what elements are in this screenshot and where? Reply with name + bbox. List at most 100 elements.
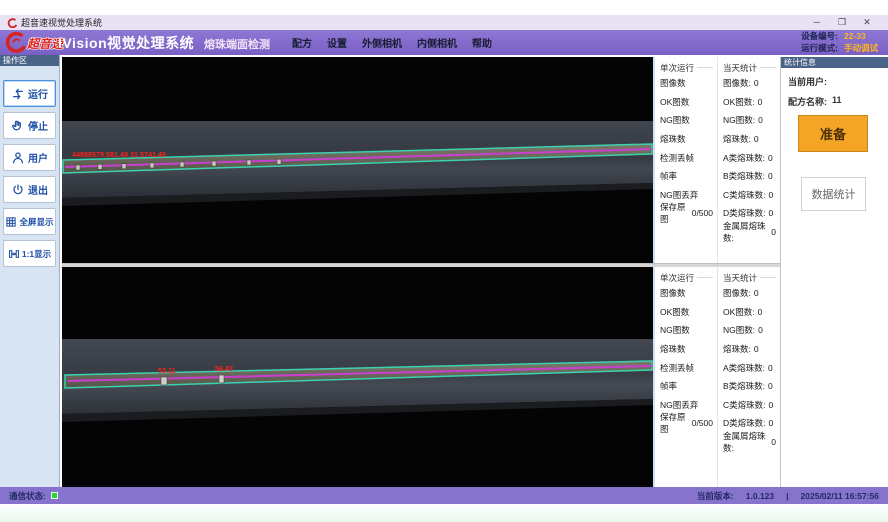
- run-label: 运行: [28, 86, 48, 101]
- one-to-one-button[interactable]: 1:1显示: [3, 240, 56, 267]
- today-title: 当天统计: [723, 62, 757, 74]
- stat-row: 图像数:0: [723, 74, 776, 93]
- comm-status-label: 通信状态:: [9, 490, 46, 502]
- comm-status-indicator: [51, 492, 58, 499]
- measurement-label-2: 56.43: [215, 364, 233, 373]
- menu-bar: 配方 设置 外侧相机 内侧相机 帮助: [292, 30, 492, 55]
- status-separator: |: [786, 491, 788, 501]
- stat-row: 保存原图0/500: [660, 204, 713, 223]
- stat-row: 熔珠数:0: [723, 130, 776, 149]
- stat-row: 图像数:0: [723, 284, 776, 303]
- stat-row: A类熔珠数:0: [723, 358, 776, 377]
- today-title: 当天统计: [723, 272, 757, 284]
- stat-row: B类熔珠数:0: [723, 377, 776, 396]
- run-icon: [11, 87, 25, 101]
- single-run-column-top: 单次运行 图像数 OK图数 NG图数 熔珠数 检测丢帧 帧率 NG图丢弃 保存原…: [655, 57, 717, 263]
- version-value: 1.0.123: [746, 491, 774, 501]
- stat-row: 熔珠数: [660, 130, 713, 149]
- run-mode-label: 运行模式:: [801, 43, 838, 55]
- titlebar: 超音速视觉处理系统 ─ ❒ ✕: [0, 15, 888, 30]
- stat-row: 保存原图0/500: [660, 414, 713, 433]
- stat-row: 图像数: [660, 74, 713, 93]
- version-info: 当前版本: 1.0.123 | 2025/02/11 16:57:56: [697, 490, 879, 502]
- stat-row: 帧率: [660, 377, 713, 396]
- stat-row: 检测丢帧: [660, 358, 713, 377]
- stat-row: C类熔珠数:0: [723, 186, 776, 205]
- menu-settings[interactable]: 设置: [327, 35, 347, 50]
- app-header: 超音速 IVision视觉处理系统 熔珠端面检测 配方 设置 外侧相机 内侧相机…: [0, 30, 888, 55]
- brand-swirl-icon: [4, 31, 26, 54]
- exit-button[interactable]: 退出: [3, 176, 56, 203]
- one-to-one-icon: [8, 248, 20, 260]
- status-bar: 通信状态: 当前版本: 1.0.123 | 2025/02/11 16:57:5…: [0, 487, 888, 504]
- stats-panel-top: 单次运行 图像数 OK图数 NG图数 熔珠数 检测丢帧 帧率 NG图丢弃 保存原…: [653, 57, 780, 263]
- close-icon[interactable]: ✕: [861, 17, 873, 28]
- app-title: IVision视觉处理系统: [58, 33, 194, 53]
- stat-row: C类熔珠数:0: [723, 396, 776, 415]
- device-info: 设备编号: 22-33 运行模式: 手动调试: [801, 31, 878, 54]
- camera-image-bottom: 53.11 56.43: [62, 267, 653, 487]
- stat-row: 检测丢帧: [660, 148, 713, 167]
- run-button[interactable]: 运行: [3, 80, 56, 107]
- stat-row: 熔珠数:0: [723, 340, 776, 359]
- user-button[interactable]: 用户: [3, 144, 56, 171]
- data-statistics-button[interactable]: 数据统计: [801, 177, 866, 211]
- recipe-name-value: 11: [832, 95, 842, 108]
- menu-help[interactable]: 帮助: [472, 35, 492, 50]
- app-window: 超音速视觉处理系统 ─ ❒ ✕ 超音速 IVision视觉处理系统 熔珠端面检测…: [0, 0, 888, 522]
- info-panel-title: 统计信息: [781, 57, 888, 68]
- stat-row: 图像数: [660, 284, 713, 303]
- stop-label: 停止: [28, 118, 48, 133]
- window-controls: ─ ❒ ✕: [811, 17, 873, 28]
- device-number-label: 设备编号:: [801, 31, 838, 43]
- camera-viewport-bottom: 53.11 56.43: [62, 267, 653, 487]
- fullscreen-button[interactable]: 全屏显示: [3, 208, 56, 235]
- stat-row: 金属屑熔珠数:0: [723, 223, 776, 242]
- stat-row: OK图数: [660, 303, 713, 322]
- single-run-title: 单次运行: [660, 272, 694, 284]
- minimize-icon[interactable]: ─: [811, 17, 823, 28]
- stat-row: B类熔珠数:0: [723, 167, 776, 186]
- prepare-button[interactable]: 准备: [798, 115, 868, 152]
- stat-row: NG图数:0: [723, 321, 776, 340]
- desktop-strip: [0, 504, 888, 522]
- sidebar-title: 操作区: [0, 55, 59, 66]
- stat-row: OK图数:0: [723, 93, 776, 112]
- menu-recipe[interactable]: 配方: [292, 35, 312, 50]
- stat-row: 帧率: [660, 167, 713, 186]
- recipe-name-label: 配方名称:: [788, 95, 827, 108]
- power-icon: [11, 183, 25, 197]
- maximize-icon[interactable]: ❒: [836, 17, 848, 28]
- status-datetime: 2025/02/11 16:57:56: [801, 491, 879, 501]
- fullscreen-grid-icon: [5, 216, 17, 228]
- app-logo-icon: [7, 18, 17, 28]
- version-label: 当前版本:: [697, 490, 734, 502]
- today-column-top: 当天统计 图像数:0 OK图数:0 NG图数:0 熔珠数:0 A类熔珠数:0 B…: [717, 57, 780, 263]
- fullscreen-label: 全屏显示: [19, 216, 53, 228]
- measurement-annotation-top: 44988579.581.49 31.5741.49: [72, 150, 166, 159]
- window-title: 超音速视觉处理系统: [21, 16, 102, 29]
- stat-row: OK图数:0: [723, 303, 776, 322]
- stats-panel-bottom: 单次运行 图像数 OK图数 NG图数 熔珠数 检测丢帧 帧率 NG图丢弃 保存原…: [653, 267, 780, 487]
- user-icon: [11, 151, 25, 165]
- app-subtitle: 熔珠端面检测: [204, 36, 270, 52]
- current-user-label: 当前用户:: [788, 75, 827, 88]
- measurement-label-1: 53.11: [158, 366, 176, 375]
- menu-outer-camera[interactable]: 外侧相机: [362, 35, 402, 50]
- statistics-info-panel: 统计信息 当前用户: 配方名称: 11 准备 数据统计: [780, 57, 888, 487]
- stat-row: 熔珠数: [660, 340, 713, 359]
- single-run-column-bottom: 单次运行 图像数 OK图数 NG图数 熔珠数 检测丢帧 帧率 NG图丢弃 保存原…: [655, 267, 717, 487]
- single-run-title: 单次运行: [660, 62, 694, 74]
- stat-row: 金属屑熔珠数:0: [723, 433, 776, 452]
- stat-row: OK图数: [660, 93, 713, 112]
- operation-sidebar: 操作区 运行 停止 用户 退出: [0, 55, 60, 487]
- menu-inner-camera[interactable]: 内侧相机: [417, 35, 457, 50]
- stat-row: NG图数: [660, 111, 713, 130]
- camera-image-top: 44988579.581.49 31.5741.49: [62, 57, 653, 263]
- stop-button[interactable]: 停止: [3, 112, 56, 139]
- device-number-value: 22-33: [844, 31, 878, 43]
- one-to-one-label: 1:1显示: [22, 248, 51, 260]
- stat-row: NG图数:0: [723, 111, 776, 130]
- camera-viewport-top: 44988579.581.49 31.5741.49: [62, 57, 653, 263]
- user-label: 用户: [28, 150, 48, 165]
